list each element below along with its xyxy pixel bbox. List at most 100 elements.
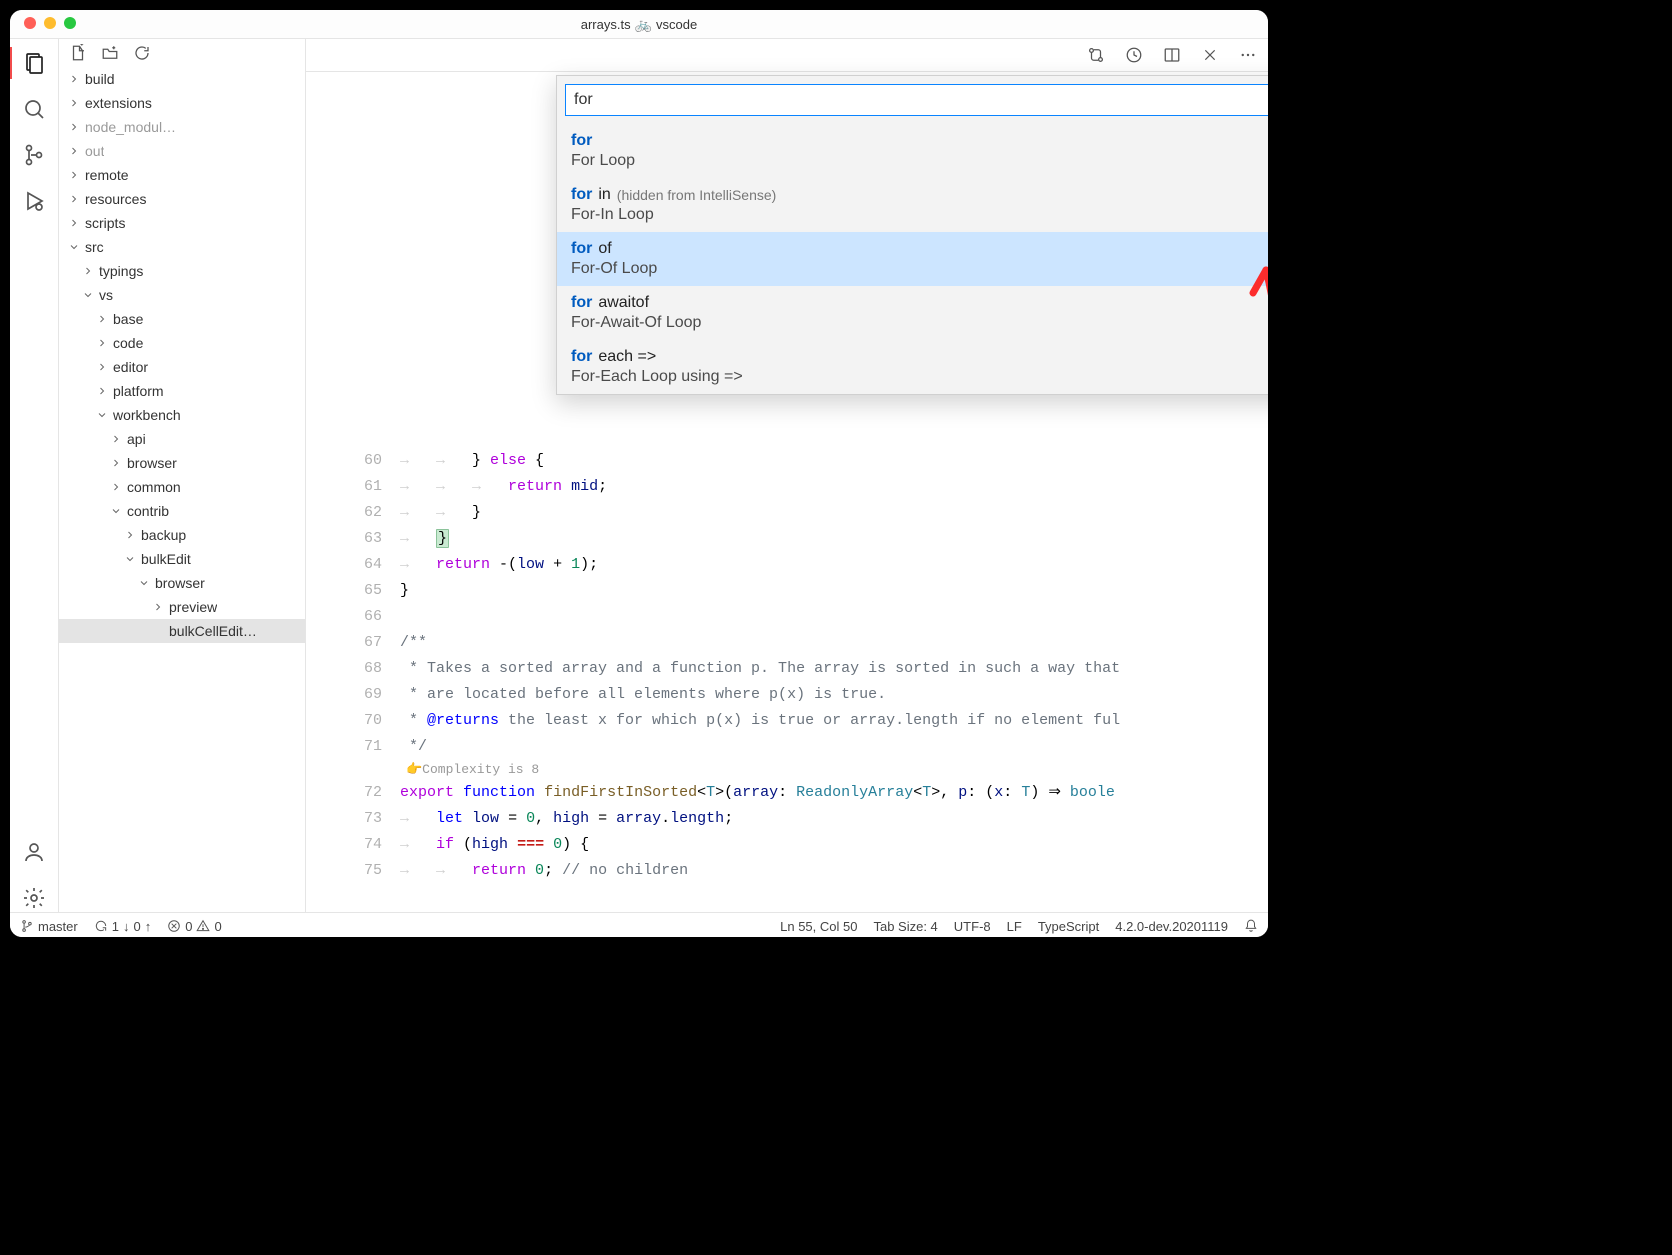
tree-row[interactable]: preview <box>59 595 305 619</box>
search-icon[interactable] <box>20 95 48 123</box>
chevron-down-icon[interactable] <box>109 504 123 518</box>
chevron-right-icon[interactable] <box>67 144 81 158</box>
chevron-right-icon[interactable] <box>109 480 123 494</box>
source-control-icon[interactable] <box>20 141 48 169</box>
quickpick-item[interactable]: foreach =>For-Each Loop using => <box>557 340 1268 394</box>
chevron-right-icon[interactable] <box>67 72 81 86</box>
tree-row[interactable]: scripts <box>59 211 305 235</box>
status-eol[interactable]: LF <box>1007 919 1022 934</box>
tree-row[interactable]: workbench <box>59 403 305 427</box>
tree-row[interactable]: contrib <box>59 499 305 523</box>
chevron-right-icon[interactable] <box>123 528 137 542</box>
code-line[interactable]: 71 */ <box>306 734 1268 760</box>
code-line[interactable]: 67/** <box>306 630 1268 656</box>
chevron-right-icon[interactable] <box>109 432 123 446</box>
code-line[interactable]: 74→ if (high === 0) { <box>306 832 1268 858</box>
tree-row[interactable]: vs <box>59 283 305 307</box>
chevron-right-icon[interactable] <box>95 336 109 350</box>
chevron-right-icon[interactable] <box>109 456 123 470</box>
chevron-right-icon[interactable] <box>67 96 81 110</box>
tree-row[interactable]: editor <box>59 355 305 379</box>
tree-row[interactable]: remote <box>59 163 305 187</box>
code-line[interactable]: 73→ let low = 0, high = array.length; <box>306 806 1268 832</box>
quickpick-input[interactable] <box>565 84 1268 116</box>
chevron-down-icon[interactable] <box>67 240 81 254</box>
tree-row[interactable]: bulkEdit <box>59 547 305 571</box>
codelens-row[interactable]: 👉Complexity is 8 <box>306 760 1268 780</box>
run-debug-icon[interactable] <box>20 187 48 215</box>
status-indent[interactable]: Tab Size: 4 <box>873 919 937 934</box>
quickpick-item[interactable]: forFor Loop <box>557 124 1268 178</box>
chevron-right-icon[interactable] <box>67 120 81 134</box>
tree-row[interactable]: base <box>59 307 305 331</box>
tree-row[interactable]: platform <box>59 379 305 403</box>
code-line[interactable]: 70 * @returns the least x for which p(x)… <box>306 708 1268 734</box>
tree-row[interactable]: browser <box>59 451 305 475</box>
close-editor-icon[interactable] <box>1200 45 1220 65</box>
refresh-icon[interactable] <box>133 44 151 62</box>
code-line[interactable]: 69 * are located before all elements whe… <box>306 682 1268 708</box>
split-editor-icon[interactable] <box>1162 45 1182 65</box>
status-encoding[interactable]: UTF-8 <box>954 919 991 934</box>
code-content: } <box>400 578 1268 604</box>
code-line[interactable]: 68 * Takes a sorted array and a function… <box>306 656 1268 682</box>
code-line[interactable]: 62→ → } <box>306 500 1268 526</box>
chevron-right-icon[interactable] <box>95 312 109 326</box>
chevron-right-icon[interactable] <box>95 360 109 374</box>
tree-row[interactable]: typings <box>59 259 305 283</box>
quickpick-item[interactable]: forawaitofFor-Await-Of Loop <box>557 286 1268 340</box>
tree-row[interactable]: browser <box>59 571 305 595</box>
chevron-right-icon[interactable] <box>67 168 81 182</box>
settings-gear-icon[interactable] <box>20 884 48 912</box>
explorer-icon[interactable] <box>20 49 48 77</box>
chevron-right-icon[interactable] <box>95 384 109 398</box>
chevron-right-icon[interactable] <box>67 216 81 230</box>
minimize-icon[interactable] <box>44 17 56 29</box>
code-line[interactable]: 60→ → } else { <box>306 448 1268 474</box>
status-bell-icon[interactable] <box>1244 919 1258 933</box>
tree-row[interactable]: common <box>59 475 305 499</box>
status-ts-version[interactable]: 4.2.0-dev.20201119 <box>1115 919 1228 934</box>
quickpick-list[interactable]: forFor Loopforin (hidden from IntelliSen… <box>557 124 1268 394</box>
chevron-right-icon[interactable] <box>67 192 81 206</box>
tree-row[interactable]: build <box>59 67 305 91</box>
quickpick-item[interactable]: forofFor-Of Loop <box>557 232 1268 286</box>
tree-row[interactable]: backup <box>59 523 305 547</box>
git-compare-icon[interactable] <box>1086 45 1106 65</box>
tree-row[interactable]: api <box>59 427 305 451</box>
status-branch[interactable]: master <box>20 919 78 934</box>
code-line[interactable]: 61→ → → return mid; <box>306 474 1268 500</box>
code-line[interactable]: 63→ } <box>306 526 1268 552</box>
timeline-icon[interactable] <box>1124 45 1144 65</box>
chevron-right-icon[interactable] <box>151 600 165 614</box>
chevron-right-icon[interactable] <box>81 264 95 278</box>
chevron-down-icon[interactable] <box>81 288 95 302</box>
status-cursor[interactable]: Ln 55, Col 50 <box>780 919 857 934</box>
file-tree[interactable]: buildextensionsnode_modul…outremoteresou… <box>59 67 305 912</box>
new-file-icon[interactable] <box>69 44 87 62</box>
tree-row[interactable]: resources <box>59 187 305 211</box>
quickpick-item[interactable]: forin (hidden from IntelliSense)For-In L… <box>557 178 1268 232</box>
maximize-icon[interactable] <box>64 17 76 29</box>
new-folder-icon[interactable] <box>101 44 119 62</box>
code-line[interactable]: 65} <box>306 578 1268 604</box>
more-actions-icon[interactable] <box>1238 45 1258 65</box>
tree-row[interactable]: out <box>59 139 305 163</box>
tree-row[interactable]: code <box>59 331 305 355</box>
chevron-down-icon[interactable] <box>123 552 137 566</box>
code-line[interactable]: 64→ return -(low + 1); <box>306 552 1268 578</box>
status-sync[interactable]: 1↓ 0↑ <box>94 919 151 934</box>
close-icon[interactable] <box>24 17 36 29</box>
tree-row[interactable]: bulkCellEdit… <box>59 619 305 643</box>
account-icon[interactable] <box>20 838 48 866</box>
status-language[interactable]: TypeScript <box>1038 919 1099 934</box>
chevron-down-icon[interactable] <box>137 576 151 590</box>
chevron-down-icon[interactable] <box>95 408 109 422</box>
tree-row[interactable]: node_modul… <box>59 115 305 139</box>
code-line[interactable]: 75→ → return 0; // no children <box>306 858 1268 884</box>
tree-row[interactable]: src <box>59 235 305 259</box>
code-line[interactable]: 66 <box>306 604 1268 630</box>
code-line[interactable]: 72export function findFirstInSorted<T>(a… <box>306 780 1268 806</box>
tree-row[interactable]: extensions <box>59 91 305 115</box>
status-problems[interactable]: 0 0 <box>167 919 221 934</box>
